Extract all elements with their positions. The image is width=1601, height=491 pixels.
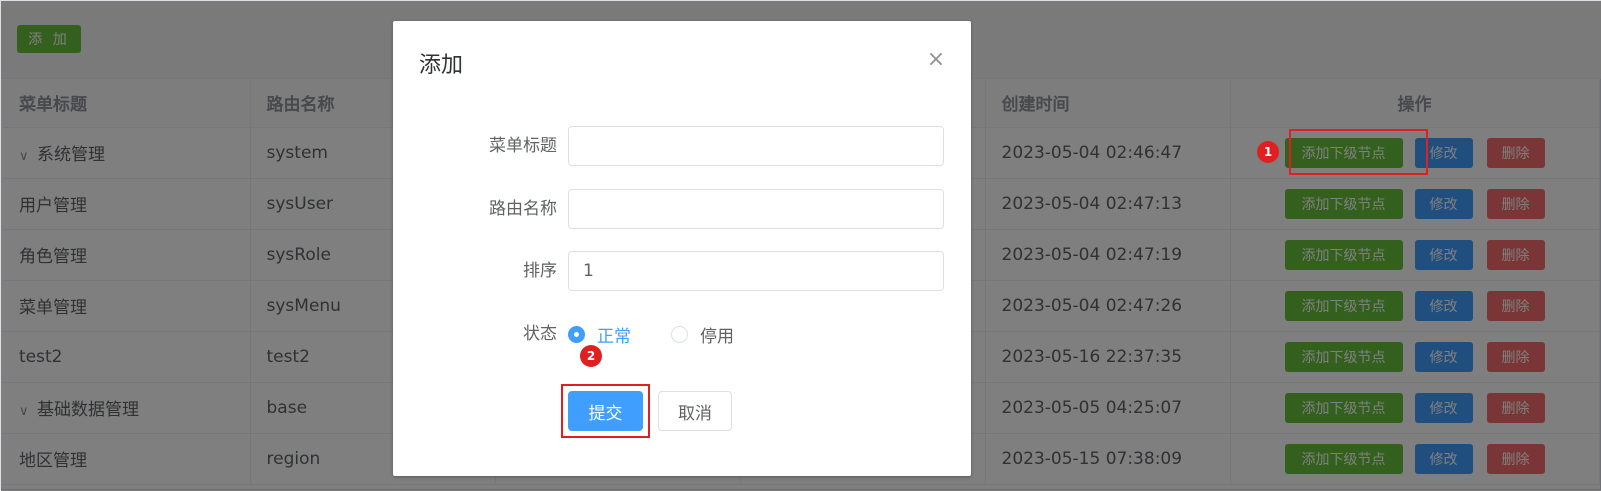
status-radio-normal[interactable]: 正常: [568, 322, 631, 347]
status-radio-disabled[interactable]: 停用: [671, 322, 734, 347]
step-badge-2: 2: [580, 345, 602, 367]
highlight-box-add-child: [1289, 129, 1428, 175]
page: 添 加 菜单标题 路由名称 创建时间 操作 ∨系统管理 system 2023-…: [0, 0, 1601, 491]
sort-input[interactable]: [568, 251, 944, 291]
status-label: 状态: [523, 324, 557, 344]
form-row-title: 菜单标题: [393, 126, 971, 166]
route-label: 路由名称: [489, 199, 557, 219]
highlight-box-submit: [561, 384, 650, 438]
close-icon[interactable]: ×: [925, 49, 947, 71]
cancel-button[interactable]: 取消: [658, 391, 732, 431]
step-badge-1: 1: [1257, 141, 1279, 163]
title-label: 菜单标题: [489, 136, 557, 156]
radio-checked-icon: [568, 325, 585, 343]
dialog-title: 添加: [419, 53, 464, 78]
radio-unchecked-icon: [671, 325, 688, 343]
add-dialog: 添加 × 菜单标题 路由名称 排序 状态 正常 停用: [393, 21, 971, 476]
radio-label: 停用: [700, 326, 734, 347]
sort-label: 排序: [523, 261, 557, 281]
form-row-route: 路由名称: [393, 189, 971, 229]
title-input[interactable]: [568, 126, 944, 166]
route-input[interactable]: [568, 189, 944, 229]
form-row-sort: 排序: [393, 251, 971, 291]
form-row-status: 状态 正常 停用: [393, 314, 971, 354]
radio-label: 正常: [597, 326, 631, 347]
